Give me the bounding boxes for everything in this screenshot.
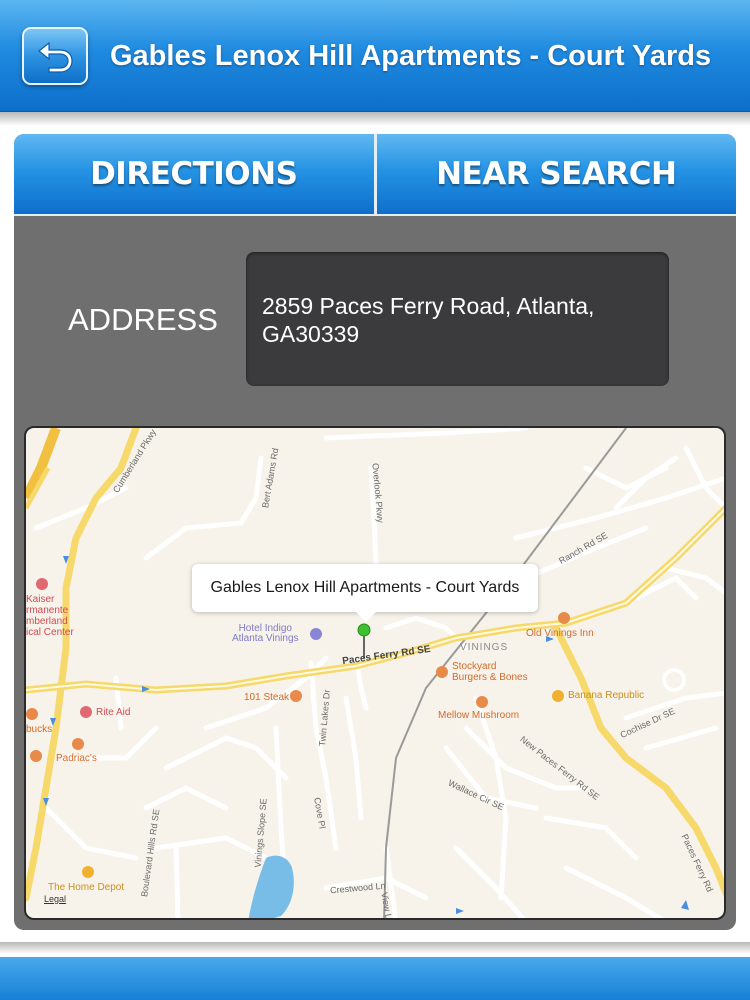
restaurant-icon (290, 690, 302, 702)
back-arrow-icon (38, 41, 73, 73)
poi-hotel-indigo: Hotel Indigo Atlanta Vinings (232, 624, 299, 644)
poi-kaiser-line-1: Kaiser (26, 594, 55, 605)
shopping-icon (552, 690, 564, 702)
poi-home-depot: The Home Depot (48, 882, 125, 893)
tab-near-search[interactable]: NEAR SEARCH (376, 134, 736, 214)
map-legal-link[interactable]: Legal (44, 894, 66, 904)
poi-kaiser-line-4: ical Center (26, 627, 74, 638)
shopping-icon (82, 866, 94, 878)
header-bar: Gables Lenox Hill Apartments - Court Yar… (0, 0, 750, 112)
poi-rite-aid: Rite Aid (96, 707, 131, 718)
pharmacy-icon (80, 706, 92, 718)
address-label: ADDRESS (68, 302, 218, 337)
page-title: Gables Lenox Hill Apartments - Court Yar… (110, 40, 712, 72)
content-panel: DIRECTIONS NEAR SEARCH ADDRESS 2859 Pace… (14, 134, 736, 930)
hospital-icon (36, 578, 48, 590)
poi-101-steak: 101 Steak (244, 692, 290, 703)
poi-mellow-mushroom: Mellow Mushroom (438, 710, 520, 721)
header-shadow (0, 112, 750, 126)
poi-stockyard: Stockyard Burgers & Bones (452, 661, 528, 683)
poi-stockyard-line-2: Burgers & Bones (452, 672, 528, 683)
poi-stockyard-line-1: Stockyard (452, 661, 497, 672)
map-callout[interactable]: Gables Lenox Hill Apartments - Court Yar… (192, 564, 538, 622)
cafe-icon (26, 708, 38, 720)
poi-banana-republic: Banana Republic (568, 690, 645, 701)
address-line-2: GA30339 (262, 321, 360, 347)
hotel-icon (310, 628, 322, 640)
poi-kaiser-line-3: mberland (26, 616, 68, 627)
tab-row: DIRECTIONS NEAR SEARCH (14, 134, 736, 216)
poi-bucks: bucks (26, 724, 53, 735)
map-view[interactable]: Cumberland Pkwy Bert Adams Rd Overlook P… (24, 426, 726, 920)
poi-kaiser-line-2: rmanente (26, 605, 69, 616)
address-field: 2859 Paces Ferry Road, Atlanta, GA30339 (246, 252, 669, 386)
bottom-bar (0, 957, 750, 1000)
back-button[interactable] (22, 27, 88, 85)
poi-padriacs: Padriac's (56, 753, 97, 764)
address-line-1: 2859 Paces Ferry Road, Atlanta, (262, 293, 595, 319)
poi-kaiser: Kaiser rmanente mberland ical Center (26, 594, 74, 638)
footer-shadow (0, 942, 750, 954)
restaurant-icon (30, 750, 42, 762)
restaurant-icon (436, 666, 448, 678)
poi-hotel-indigo-line-2: Atlanta Vinings (232, 633, 299, 644)
poi-old-vinings: Old Vinings Inn (526, 628, 594, 639)
area-label-vinings: VININGS (460, 642, 509, 653)
restaurant-icon (72, 738, 84, 750)
restaurant-icon (558, 612, 570, 624)
restaurant-icon (476, 696, 488, 708)
tab-directions[interactable]: DIRECTIONS (14, 134, 377, 214)
